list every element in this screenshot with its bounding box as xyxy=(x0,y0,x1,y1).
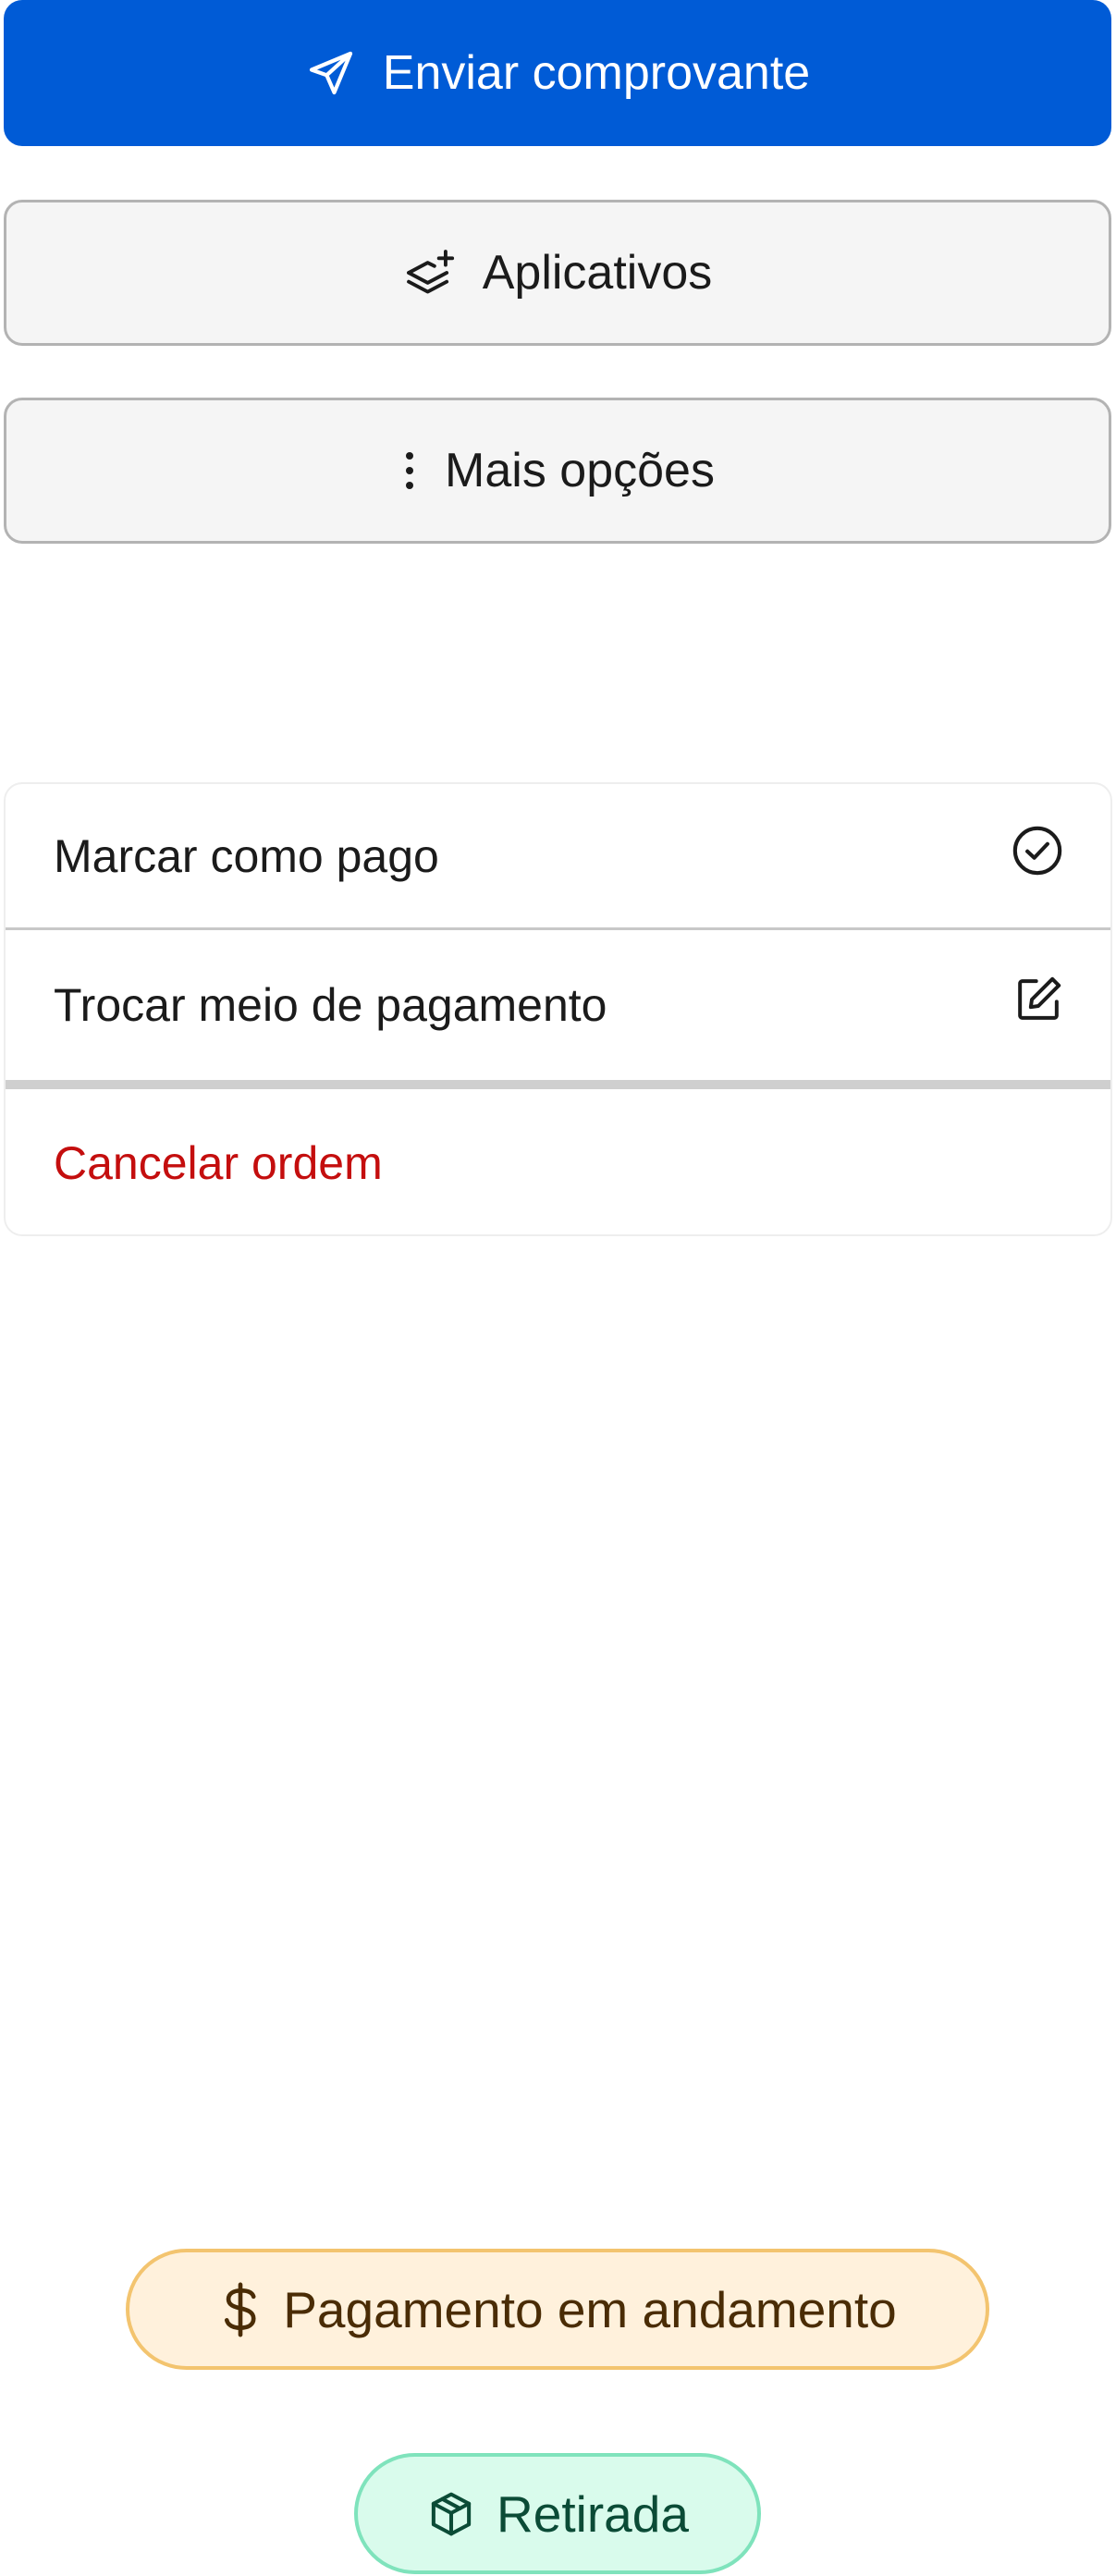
apps-label: Aplicativos xyxy=(482,246,713,300)
send-icon xyxy=(305,47,357,99)
payment-status-badge: Pagamento em andamento xyxy=(126,2249,989,2370)
cancel-order-item[interactable]: Cancelar ordem xyxy=(6,1089,1110,1234)
pickup-status-label: Retirada xyxy=(497,2484,689,2543)
change-payment-method-item[interactable]: Trocar meio de pagamento xyxy=(6,930,1110,1080)
cancel-order-label: Cancelar ordem xyxy=(54,1136,383,1189)
more-options-label: Mais opções xyxy=(445,444,715,497)
menu-divider xyxy=(6,1080,1110,1089)
apps-button[interactable]: Aplicativos xyxy=(4,200,1111,346)
change-payment-method-label: Trocar meio de pagamento xyxy=(54,979,607,1031)
more-options-button[interactable]: Mais opções xyxy=(4,398,1111,544)
edit-icon xyxy=(1012,974,1064,1037)
pickup-status-badge: Retirada xyxy=(354,2453,761,2574)
more-options-menu: Marcar como pago Trocar meio de pagament… xyxy=(4,782,1112,1236)
check-circle-icon xyxy=(1011,824,1064,889)
payment-status-label: Pagamento em andamento xyxy=(283,2280,897,2338)
apps-icon xyxy=(403,246,457,300)
more-vertical-icon xyxy=(400,450,419,491)
send-receipt-label: Enviar comprovante xyxy=(382,46,811,100)
mark-as-paid-label: Marcar como pago xyxy=(54,829,439,882)
send-receipt-button[interactable]: Enviar comprovante xyxy=(4,0,1111,146)
dollar-icon xyxy=(218,2281,263,2338)
package-icon xyxy=(426,2489,476,2539)
mark-as-paid-item[interactable]: Marcar como pago xyxy=(6,784,1110,930)
